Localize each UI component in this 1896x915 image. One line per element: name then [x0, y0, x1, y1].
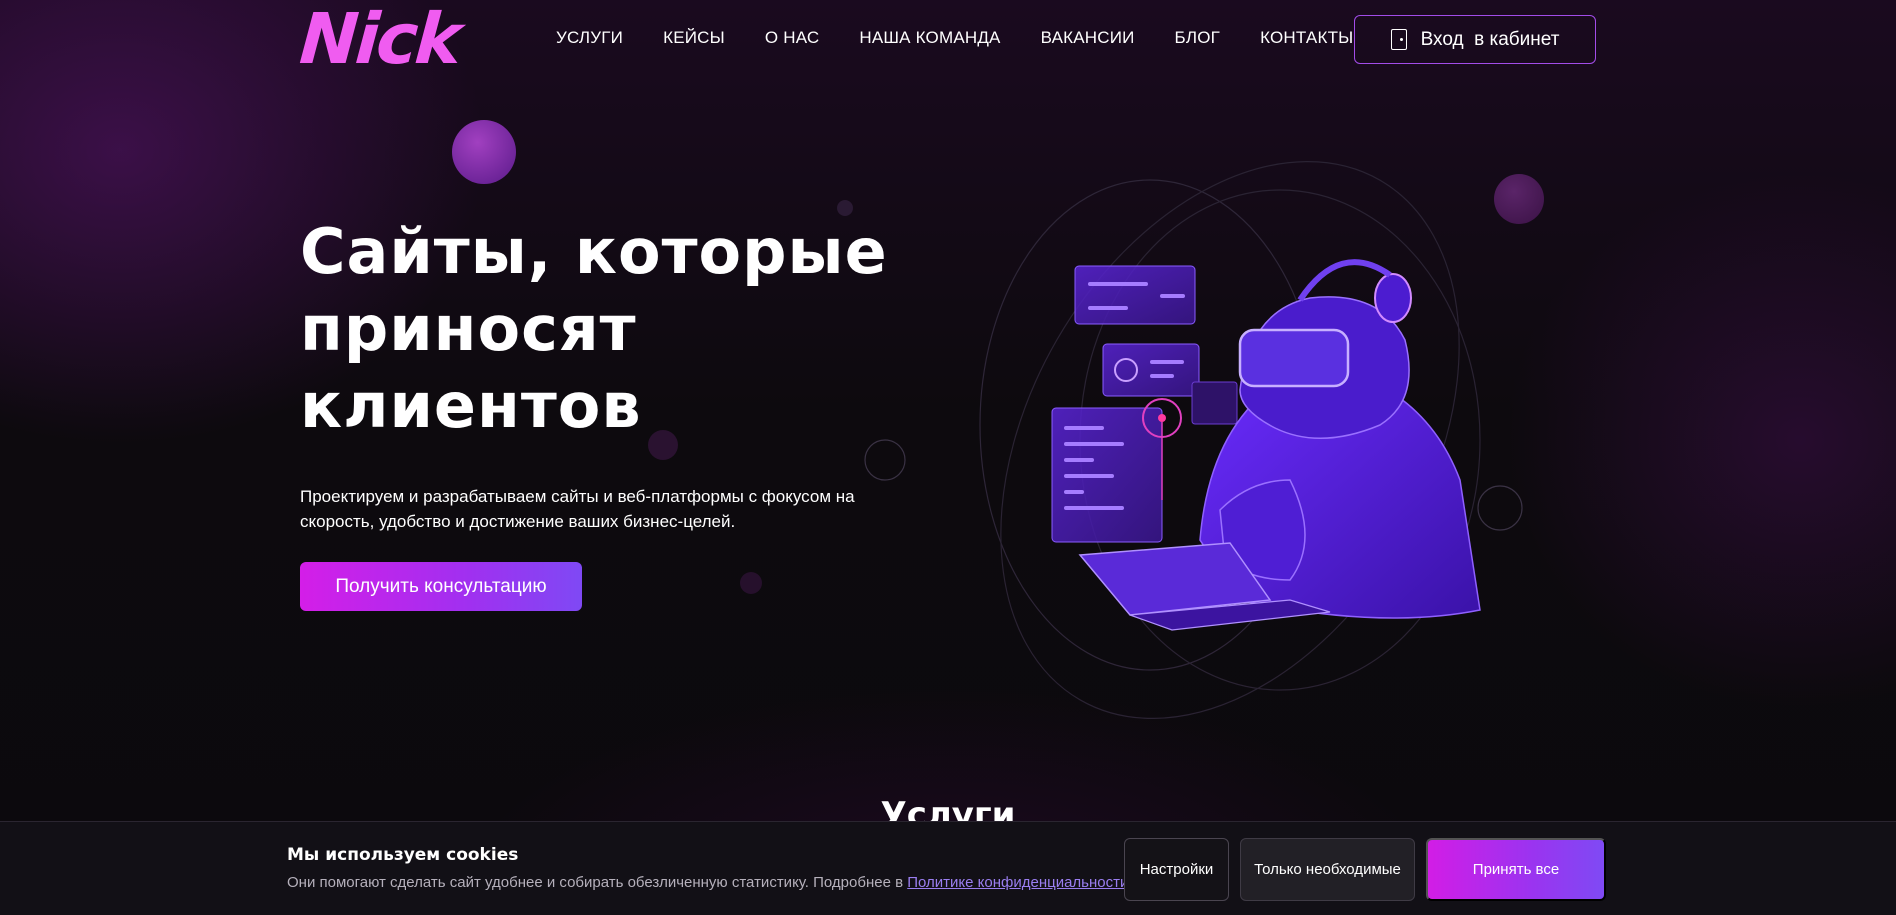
cookie-banner: Мы используем cookies Они помогают сдела… — [0, 821, 1896, 915]
decorative-orb — [452, 120, 516, 184]
site-logo[interactable]: Nick — [297, 0, 461, 80]
nav-item-blog[interactable]: БЛОГ — [1175, 28, 1221, 48]
hero-subtitle-line: скорость, удобство и достижение ваших би… — [300, 512, 736, 531]
nav-item-contacts[interactable]: КОНТАКТЫ — [1260, 28, 1353, 48]
login-button-label: Вход в кабинет — [1420, 28, 1560, 50]
nav-item-cases[interactable]: КЕЙСЫ — [663, 28, 725, 48]
door-icon — [1390, 29, 1407, 50]
hero-subtitle: Проектируем и разрабатываем сайты и веб-… — [300, 484, 890, 534]
consultation-button[interactable]: Получить консультацию — [300, 562, 582, 611]
vr-developer-illustration — [837, 161, 1523, 719]
decorative-orb — [740, 572, 762, 594]
cookie-necessary-button[interactable]: Только необходимые — [1240, 838, 1415, 901]
nav-item-vacancies[interactable]: ВАКАНСИИ — [1041, 28, 1135, 48]
privacy-policy-link[interactable]: Политике конфиденциальности — [907, 874, 1128, 891]
cookie-text-body: Они помогают сделать сайт удобнее и соби… — [287, 874, 908, 891]
login-button[interactable]: Вход в кабинет — [1354, 15, 1596, 64]
nav-item-about[interactable]: О НАС — [765, 28, 819, 48]
cookie-text: Они помогают сделать сайт удобнее и соби… — [287, 874, 1133, 891]
nav-item-team[interactable]: НАША КОМАНДА — [859, 28, 1000, 48]
nav-item-services[interactable]: УСЛУГИ — [556, 28, 623, 48]
cookie-accept-all-button[interactable]: Принять все — [1426, 838, 1606, 901]
cookie-settings-button[interactable]: Настройки — [1124, 838, 1229, 901]
hero-subtitle-line: Проектируем и разрабатываем сайты и веб-… — [300, 487, 855, 506]
cookie-title: Мы используем cookies — [287, 845, 519, 865]
main-nav: УСЛУГИ КЕЙСЫ О НАС НАША КОМАНДА ВАКАНСИИ… — [556, 28, 1393, 48]
